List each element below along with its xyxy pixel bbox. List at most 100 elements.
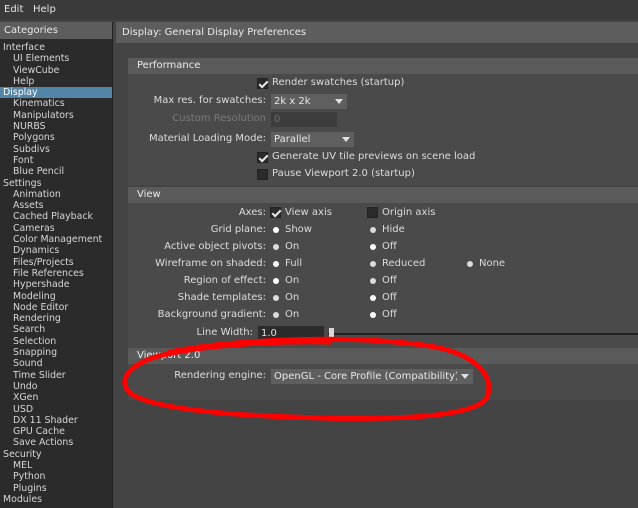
max-res-dropdown[interactable]: 2k x 2k [271, 94, 347, 109]
performance-section: Performance Render swatches (startup) Ma… [128, 58, 638, 185]
sidebar-item-viewcube[interactable]: ViewCube [0, 65, 112, 76]
preferences-main: Display: General Display Preferences Per… [116, 22, 638, 508]
sidebar-item-sound[interactable]: Sound [0, 358, 112, 369]
shade-off-radio[interactable] [370, 295, 376, 301]
sidebar-item-python[interactable]: Python [0, 471, 112, 482]
sidebar-item-cameras[interactable]: Cameras [0, 223, 112, 234]
sidebar-item-cached-playback[interactable]: Cached Playback [0, 211, 112, 222]
uv-previews-checkbox[interactable] [257, 152, 268, 163]
render-swatches-checkbox[interactable] [257, 78, 268, 89]
sidebar-item-font[interactable]: Font [0, 155, 112, 166]
chevron-down-icon [457, 369, 473, 384]
sidebar-item-plugins[interactable]: Plugins [0, 483, 112, 494]
wire-none-radio[interactable] [467, 261, 473, 267]
performance-header[interactable]: Performance [128, 58, 638, 74]
pivots-on-label: On [285, 241, 300, 252]
sidebar-item-snapping[interactable]: Snapping [0, 347, 112, 358]
sidebar-item-mel[interactable]: MEL [0, 460, 112, 471]
wire-reduced-radio[interactable] [370, 261, 376, 267]
sidebar-item-usd[interactable]: USD [0, 404, 112, 415]
grid-show-radio[interactable] [273, 227, 279, 233]
grid-hide-label: Hide [382, 224, 405, 235]
menu-edit[interactable]: Edit [4, 4, 23, 15]
sidebar-item-subdivs[interactable]: Subdivs [0, 144, 112, 155]
sidebar-item-color-management[interactable]: Color Management [0, 234, 112, 245]
pivots-off-label: Off [382, 241, 397, 252]
rendering-engine-dropdown[interactable]: OpenGL - Core Profile (Compatibility) [271, 369, 473, 384]
bg-off-radio[interactable] [370, 312, 376, 318]
line-width-input[interactable]: 1.0 [258, 326, 324, 341]
sidebar-item-file-references[interactable]: File References [0, 268, 112, 279]
origin-axis-checkbox[interactable] [367, 207, 378, 218]
wire-full-radio[interactable] [273, 261, 279, 267]
shade-on-radio[interactable] [273, 295, 279, 301]
sidebar-item-ui-elements[interactable]: UI Elements [0, 53, 112, 64]
view-section: View Axes: View axis Origin axis Grid pl… [128, 187, 638, 365]
sidebar-item-interface[interactable]: Interface [0, 42, 112, 53]
custom-res-label: Custom Resolution [172, 113, 266, 124]
sidebar-item-rendering[interactable]: Rendering [0, 313, 112, 324]
view-axis-checkbox[interactable] [270, 207, 281, 218]
sidebar-item-undo[interactable]: Undo [0, 381, 112, 392]
category-tree: Interface UI Elements ViewCube Help Display K… [0, 42, 112, 505]
sidebar-item-time-slider[interactable]: Time Slider [0, 370, 112, 381]
sidebar-item-kinematics[interactable]: Kinematics [0, 98, 112, 109]
wire-full-label: Full [285, 258, 303, 269]
sidebar-item-hypershade[interactable]: Hypershade [0, 279, 112, 290]
viewport-header[interactable]: Viewport 2.0 [128, 348, 638, 364]
material-mode-label: Material Loading Mode: [148, 133, 266, 144]
chevron-down-icon [338, 132, 354, 147]
pause-viewport-label: Pause Viewport 2.0 (startup) [272, 168, 415, 179]
menu-help[interactable]: Help [33, 4, 56, 15]
sidebar-item-selection[interactable]: Selection [0, 336, 112, 347]
sidebar-item-animation[interactable]: Animation [0, 189, 112, 200]
sidebar-item-search[interactable]: Search [0, 324, 112, 335]
sidebar-item-assets[interactable]: Assets [0, 200, 112, 211]
viewport-section: Viewport 2.0 Rendering engine: OpenGL - … [128, 348, 638, 400]
bg-gradient-label: Background gradient: [157, 309, 266, 320]
sidebar-item-display[interactable]: Display [0, 87, 112, 99]
material-mode-value: Parallel [274, 134, 311, 145]
wireframe-label: Wireframe on shaded: [155, 258, 266, 269]
material-mode-dropdown[interactable]: Parallel [271, 132, 354, 147]
grid-plane-label: Grid plane: [210, 224, 266, 235]
shade-label: Shade templates: [177, 292, 266, 303]
sidebar-item-files-projects[interactable]: Files/Projects [0, 257, 112, 268]
wire-none-label: None [479, 258, 506, 269]
sidebar-item-save-actions[interactable]: Save Actions [0, 437, 112, 448]
grid-show-label: Show [285, 224, 312, 235]
sidebar-item-modeling[interactable]: Modeling [0, 291, 112, 302]
line-width-slider-handle[interactable] [329, 328, 334, 339]
sidebar-item-xgen[interactable]: XGen [0, 392, 112, 403]
sidebar-item-nurbs[interactable]: NURBS [0, 121, 112, 132]
pivots-on-radio[interactable] [273, 244, 279, 250]
region-on-radio[interactable] [273, 278, 279, 284]
rendering-engine-value: OpenGL - Core Profile (Compatibility) [274, 371, 459, 382]
line-width-slider[interactable] [328, 333, 638, 335]
grid-hide-radio[interactable] [370, 227, 376, 233]
sidebar-item-node-editor[interactable]: Node Editor [0, 302, 112, 313]
region-off-radio[interactable] [370, 278, 376, 284]
view-axis-label: View axis [285, 207, 332, 218]
sidebar-item-settings[interactable]: Settings [0, 178, 112, 189]
pivots-off-radio[interactable] [370, 244, 376, 250]
pause-viewport-checkbox[interactable] [257, 169, 268, 180]
sidebar-item-modules[interactable]: Modules [0, 494, 112, 505]
custom-res-input[interactable]: 0 [271, 112, 337, 127]
sidebar-item-help[interactable]: Help [0, 76, 112, 87]
uv-previews-label: Generate UV tile previews on scene load [272, 151, 476, 162]
sidebar-item-security[interactable]: Security [0, 449, 112, 460]
line-width-label: Line Width: [196, 327, 253, 338]
sidebar-item-manipulators[interactable]: Manipulators [0, 110, 112, 121]
sidebar-item-polygons[interactable]: Polygons [0, 132, 112, 143]
sidebar-item-gpu-cache[interactable]: GPU Cache [0, 426, 112, 437]
sidebar-item-dx-11-shader[interactable]: DX 11 Shader [0, 415, 112, 426]
sidebar-item-dynamics[interactable]: Dynamics [0, 245, 112, 256]
pivots-label: Active object pivots: [164, 241, 266, 252]
bg-on-radio[interactable] [273, 312, 279, 318]
view-header[interactable]: View [128, 187, 638, 203]
sidebar-item-blue-pencil[interactable]: Blue Pencil [0, 166, 112, 177]
region-off-label: Off [382, 275, 397, 286]
shade-off-label: Off [382, 292, 397, 303]
max-res-label: Max res. for swatches: [153, 95, 266, 106]
